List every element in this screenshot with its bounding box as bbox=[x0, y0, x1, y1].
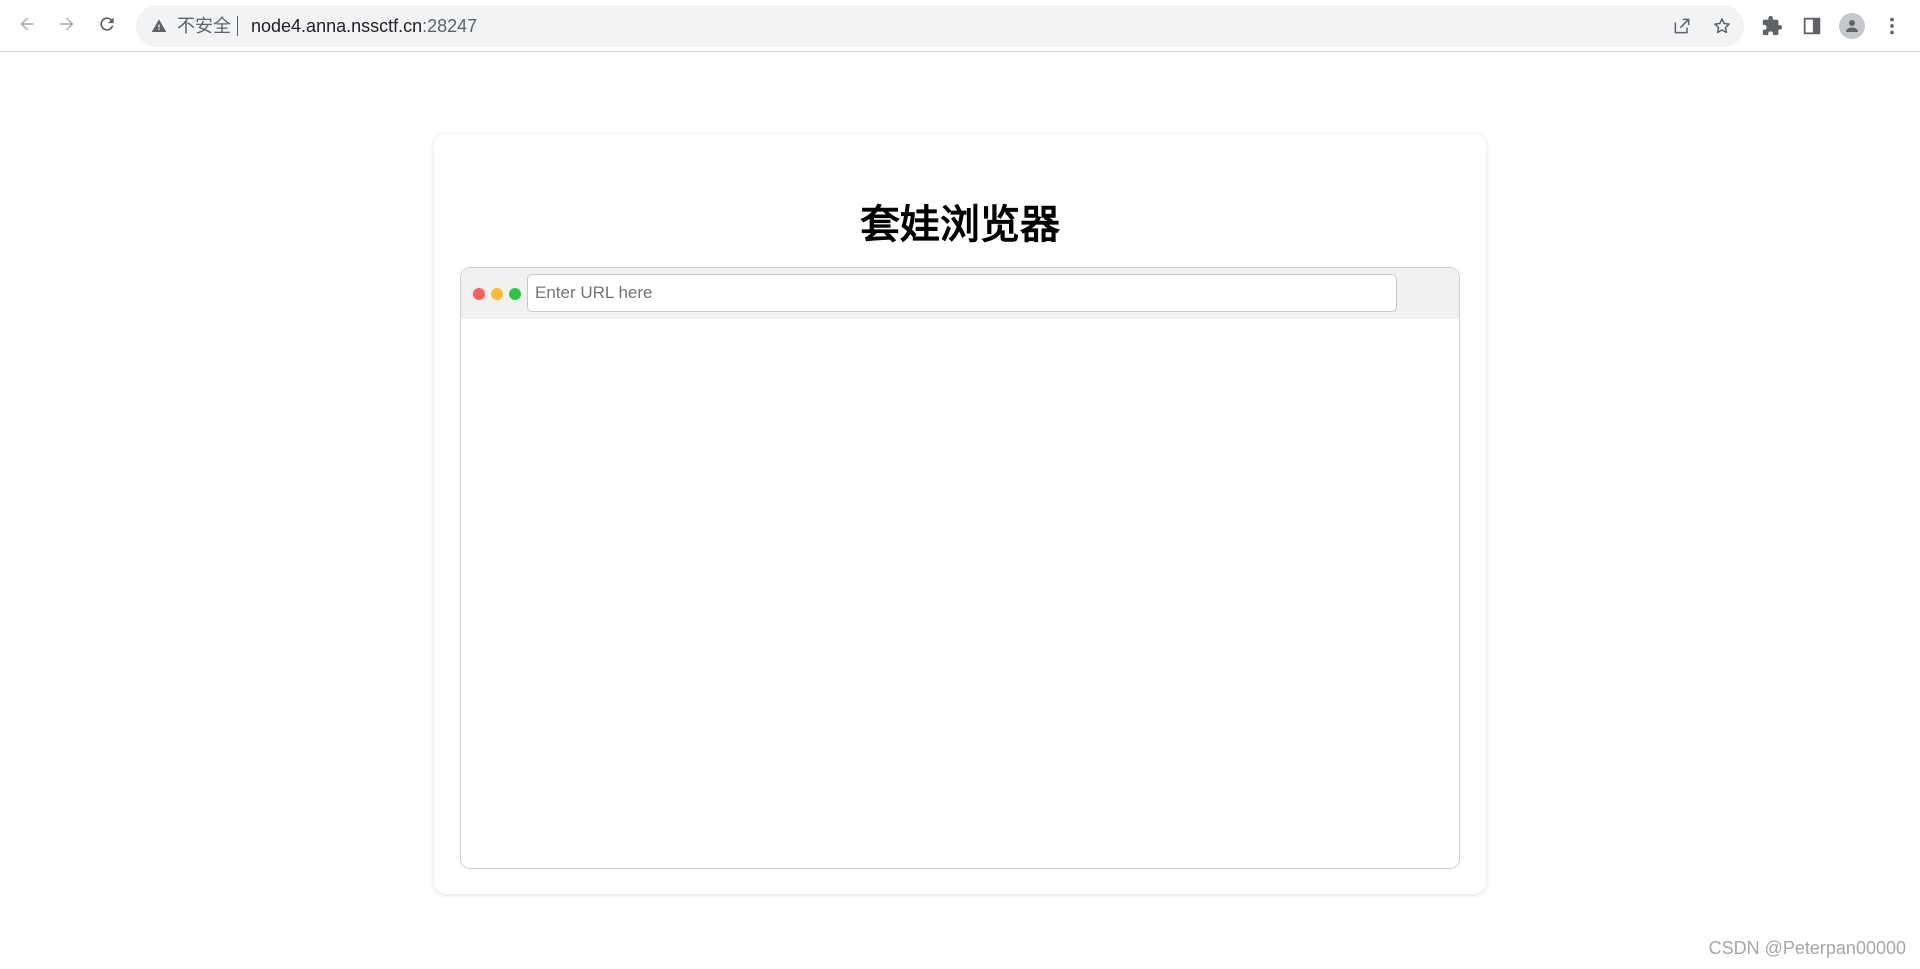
address-bar[interactable]: 不安全 node4.anna.nssctf.cn:28247 bbox=[136, 5, 1744, 47]
url-text[interactable]: node4.anna.nssctf.cn:28247 bbox=[251, 5, 477, 47]
person-icon bbox=[1839, 13, 1865, 39]
puzzle-icon[interactable] bbox=[1758, 12, 1786, 40]
kebab-menu-icon[interactable] bbox=[1878, 12, 1906, 40]
page-title: 套娃浏览器 bbox=[860, 202, 1060, 248]
back-button[interactable] bbox=[11, 10, 43, 42]
browser-toolbar: 不安全 node4.anna.nssctf.cn:28247 bbox=[0, 0, 1920, 52]
window-close-dot bbox=[473, 288, 485, 300]
main-card: 套娃浏览器 bbox=[434, 134, 1486, 894]
security-label[interactable]: 不安全 bbox=[177, 5, 231, 47]
warning-triangle-icon[interactable] bbox=[150, 17, 168, 35]
security-divider bbox=[237, 16, 238, 36]
forward-button[interactable] bbox=[51, 10, 83, 42]
reload-button[interactable] bbox=[91, 10, 123, 42]
side-panel-icon[interactable] bbox=[1798, 12, 1826, 40]
url-host: node4.anna.nssctf.cn bbox=[251, 16, 423, 36]
window-maximize-dot bbox=[509, 288, 521, 300]
star-icon[interactable] bbox=[1710, 14, 1734, 38]
watermark: CSDN @Peterpan00000 bbox=[1708, 938, 1906, 958]
share-icon[interactable] bbox=[1670, 14, 1694, 38]
profile-button[interactable] bbox=[1838, 12, 1866, 40]
url-input[interactable] bbox=[527, 274, 1397, 312]
arrow-left-icon bbox=[17, 14, 37, 39]
window-minimize-dot bbox=[491, 288, 503, 300]
reload-icon bbox=[97, 14, 117, 39]
arrow-right-icon bbox=[57, 14, 77, 39]
nested-browser-window bbox=[460, 267, 1460, 869]
url-port: :28247 bbox=[422, 16, 478, 36]
nested-browser-toolbar bbox=[461, 268, 1459, 319]
nested-browser-viewport[interactable] bbox=[461, 319, 1459, 868]
